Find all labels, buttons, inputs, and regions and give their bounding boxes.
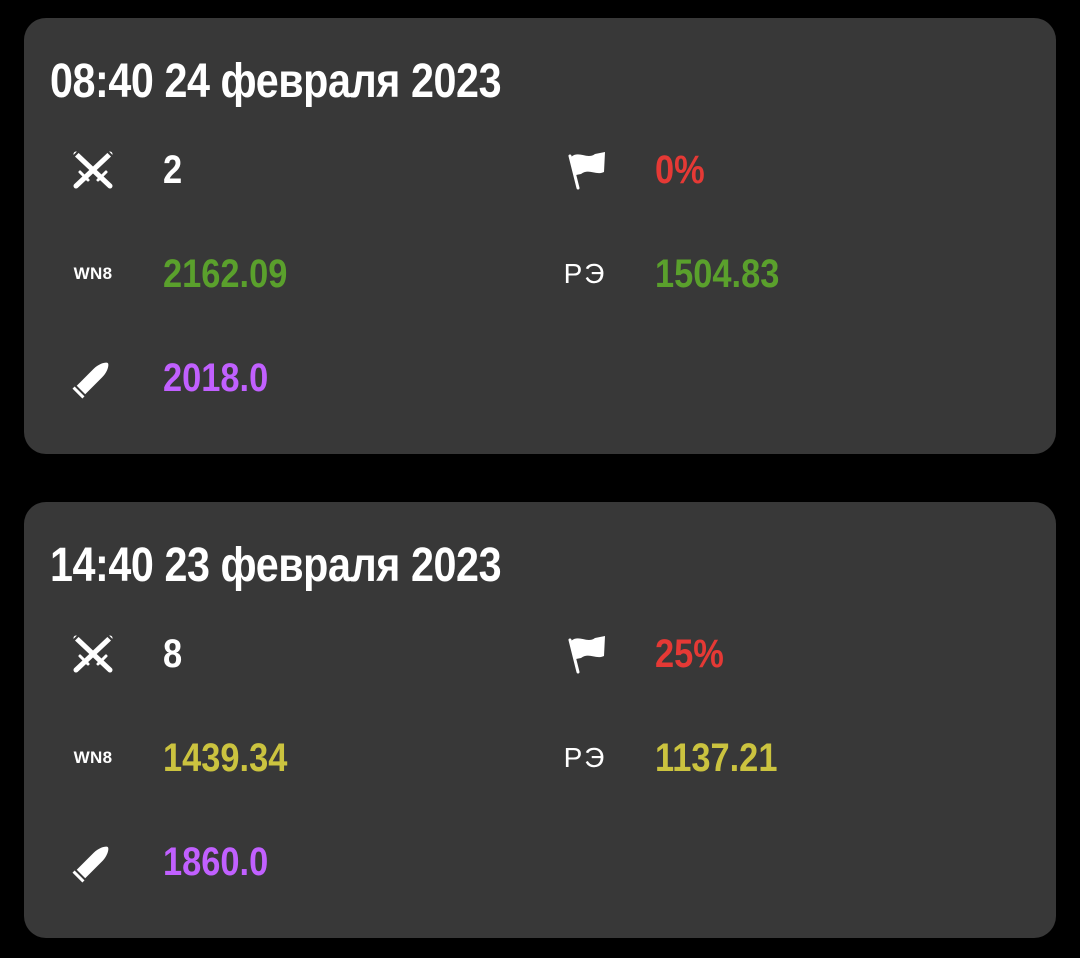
battles-value: 2 bbox=[163, 148, 183, 192]
wn8-label: WN8 bbox=[73, 748, 113, 767]
re-value: 1137.21 bbox=[655, 736, 778, 780]
shell-icon bbox=[68, 348, 118, 408]
wn8-label: WN8 bbox=[73, 264, 113, 283]
winrate-value: 25% bbox=[655, 632, 724, 676]
session-title: 08:40 24 февраля 2023 bbox=[50, 55, 502, 108]
avg-damage-value: 2018.0 bbox=[163, 356, 269, 400]
re-label: РЭ bbox=[563, 742, 607, 773]
crossed-swords-icon bbox=[68, 140, 118, 200]
session-card[interactable]: 14:40 23 февраля 2023 8 25% WN8 1439.34 … bbox=[24, 502, 1056, 938]
avg-damage-value: 1860.0 bbox=[163, 840, 269, 884]
battles-value: 8 bbox=[163, 632, 183, 676]
session-title: 14:40 23 февраля 2023 bbox=[50, 539, 502, 592]
shell-icon bbox=[68, 832, 118, 892]
wn8-value: 1439.34 bbox=[163, 736, 288, 780]
wn8-value: 2162.09 bbox=[163, 252, 288, 296]
crossed-swords-icon bbox=[68, 624, 118, 684]
re-label: РЭ bbox=[563, 258, 607, 289]
winrate-value: 0% bbox=[655, 148, 705, 192]
flag-icon bbox=[560, 140, 610, 200]
session-card[interactable]: 08:40 24 февраля 2023 2 0% WN8 2162.09 Р… bbox=[24, 18, 1056, 454]
re-value: 1504.83 bbox=[655, 252, 780, 296]
flag-icon bbox=[560, 624, 610, 684]
